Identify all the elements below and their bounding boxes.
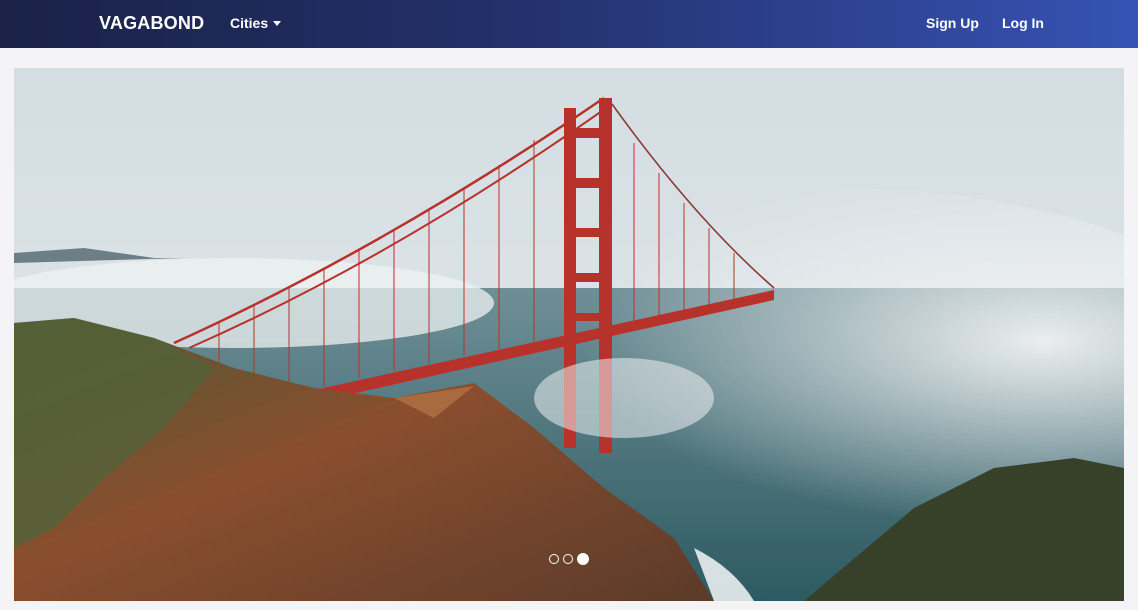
top-navbar: VAGABOND Cities Sign Up Log In — [0, 0, 1138, 48]
carousel-indicators — [14, 553, 1124, 565]
carousel-slide-image — [14, 68, 1124, 601]
hero-carousel[interactable] — [14, 68, 1124, 601]
log-in-link[interactable]: Log In — [1002, 15, 1044, 31]
carousel-indicator-1[interactable] — [549, 554, 559, 564]
carousel-indicator-2[interactable] — [563, 554, 573, 564]
brand-logo[interactable]: VAGABOND — [99, 13, 204, 34]
cities-dropdown[interactable]: Cities — [230, 15, 282, 31]
carousel-indicator-3[interactable] — [577, 553, 589, 565]
sign-up-link[interactable]: Sign Up — [926, 15, 979, 31]
caret-down-icon — [273, 21, 282, 26]
cities-dropdown-label: Cities — [230, 15, 269, 31]
